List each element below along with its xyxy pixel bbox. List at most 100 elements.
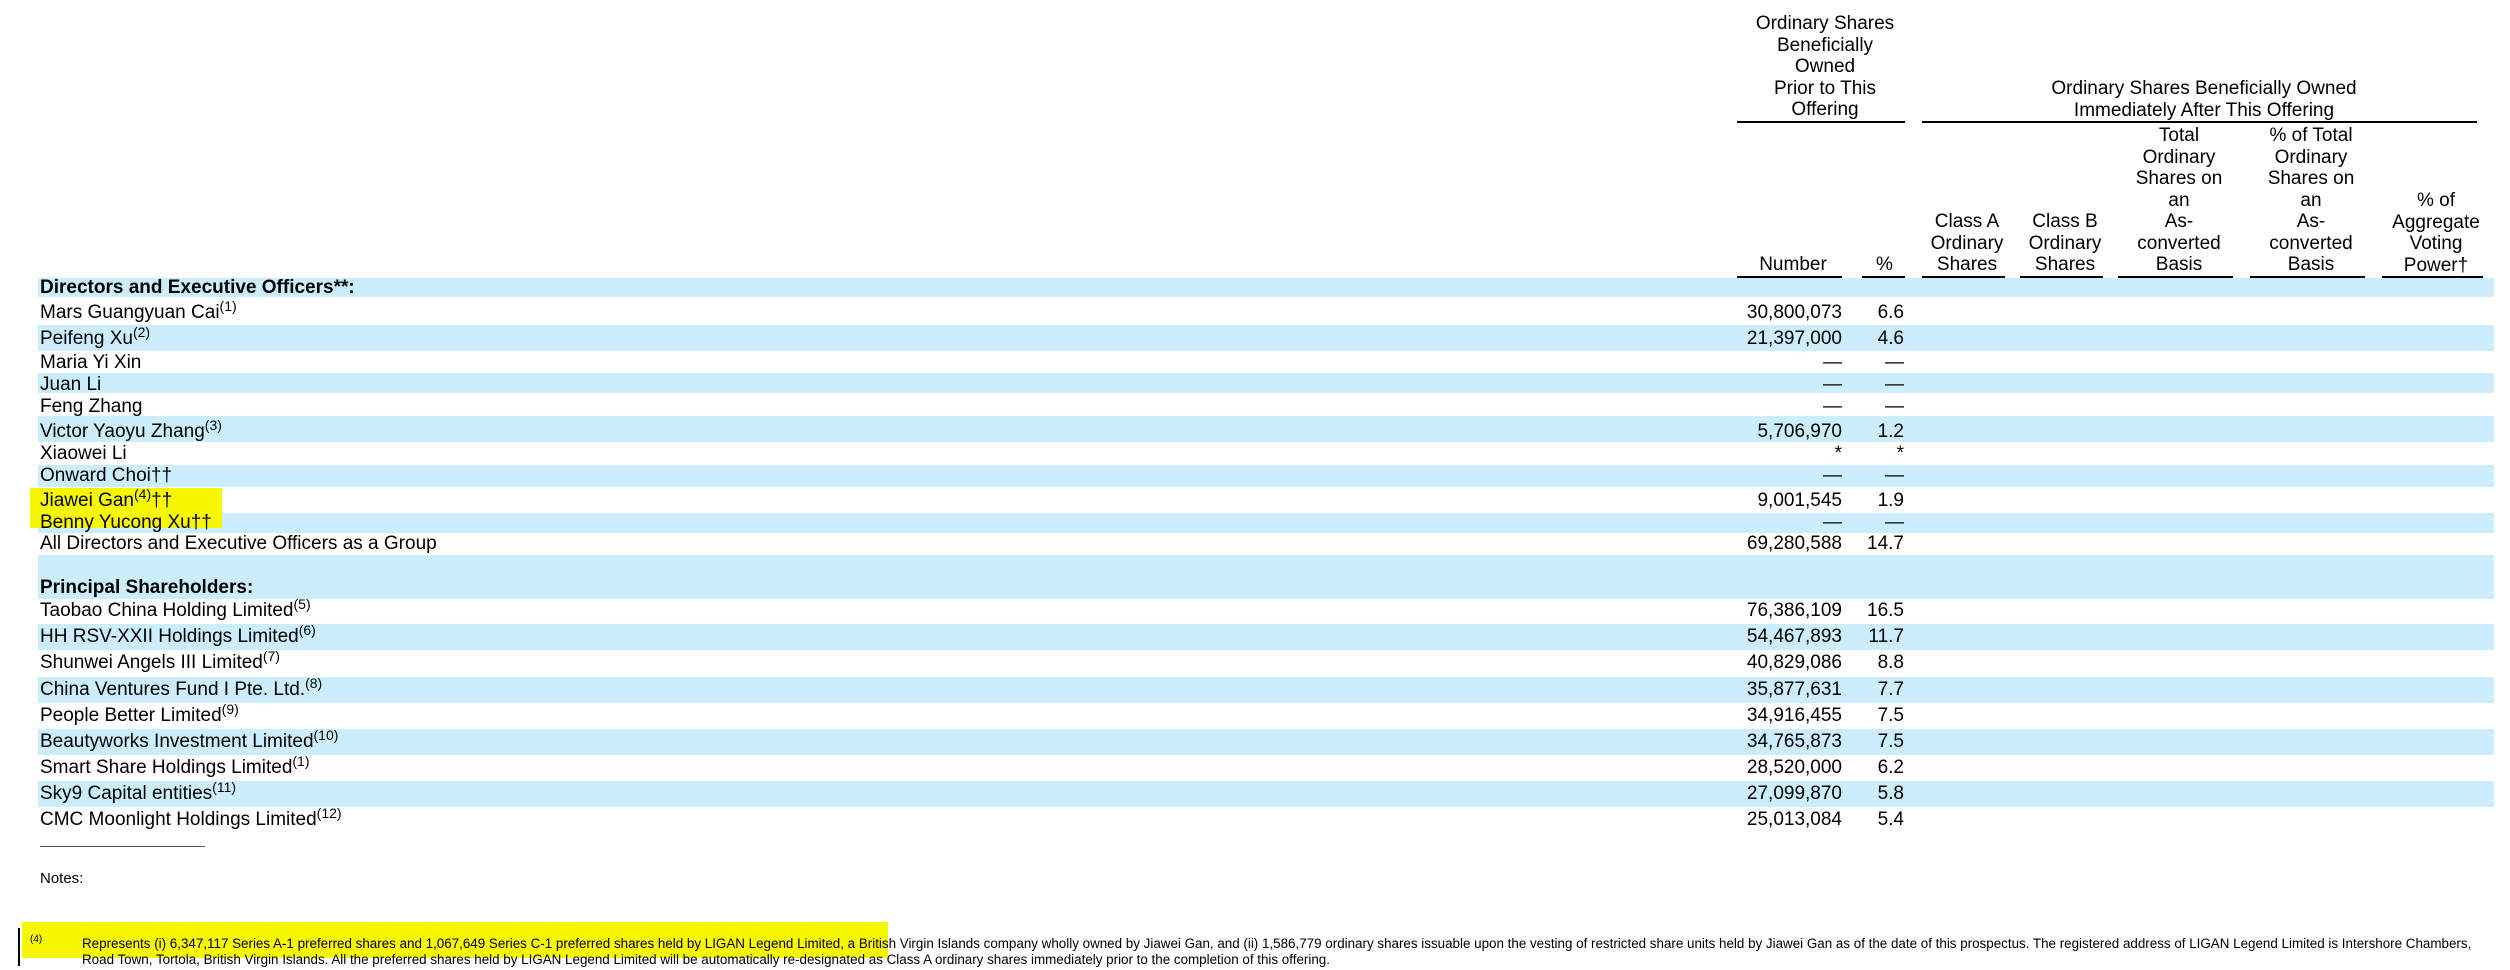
cell-pct: 1.9 <box>1877 490 1904 511</box>
notes-label: Notes: <box>40 870 84 887</box>
cell-pct: — <box>1885 352 1904 373</box>
row-label: HH RSV-XXII Holdings Limited(6) <box>40 622 316 648</box>
cell-number: 69,280,588 <box>1746 533 1842 554</box>
cell-number: 28,520,000 <box>1746 757 1842 778</box>
cell-pct: — <box>1885 465 1904 486</box>
footnote-ref: (11) <box>212 779 237 795</box>
row-label: Sky9 Capital entities(11) <box>40 779 236 805</box>
row-band <box>38 781 2494 807</box>
row-label: Directors and Executive Officers**: <box>40 277 355 299</box>
cell-pct: 7.7 <box>1877 679 1904 700</box>
cell-number: 27,099,870 <box>1746 783 1842 804</box>
header-total-shares: Total Ordinary Shares on an As- converte… <box>2135 125 2223 275</box>
row-name: Juan Li <box>40 374 102 395</box>
header-prior-group: Ordinary Shares Beneficially Owned Prior… <box>1755 13 1895 120</box>
row-band <box>38 373 2494 393</box>
row-band <box>38 416 2494 442</box>
row-label: Shunwei Angels III Limited(7) <box>40 648 280 674</box>
row-name: People Better Limited <box>40 705 222 726</box>
row-band <box>38 325 2494 351</box>
cell-number: 21,397,000 <box>1746 328 1842 349</box>
row-name: Maria Yi Xin <box>40 352 142 373</box>
row-band <box>38 677 2494 703</box>
row-suffix: †† <box>151 490 173 511</box>
cell-pct: 6.2 <box>1877 757 1904 778</box>
row-name: Victor Yaoyu Zhang <box>40 421 205 442</box>
row-name: Sky9 Capital entities <box>40 783 213 804</box>
row-name: Principal Shareholders: <box>40 577 254 598</box>
cell-pct: 11.7 <box>1868 626 1904 647</box>
cell-number: 34,916,455 <box>1746 705 1842 726</box>
row-label: Jiawei Gan(4)†† <box>40 486 173 512</box>
row-label: Peifeng Xu(2) <box>40 324 150 350</box>
cell-number: — <box>1823 465 1842 486</box>
header-after-group: Ordinary Shares Beneficially Owned Immed… <box>2051 78 2357 121</box>
row-label: Maria Yi Xin <box>40 352 141 374</box>
footnote-marker: (4) <box>30 934 43 945</box>
row-name: Benny Yucong Xu†† <box>40 512 212 533</box>
cell-pct: 16.5 <box>1867 600 1904 621</box>
row-label: Taobao China Holding Limited(5) <box>40 596 311 622</box>
row-name: Onward Choi†† <box>40 465 173 486</box>
row-name: China Ventures Fund I Pte. Ltd. <box>40 679 306 700</box>
row-label: Smart Share Holdings Limited(1) <box>40 753 310 779</box>
row-name: Xiaowei Li <box>40 443 127 464</box>
row-label: Beautyworks Investment Limited(10) <box>40 727 338 753</box>
footnote-ref: (6) <box>298 622 316 638</box>
header-class-a: Class A Ordinary Shares <box>1930 211 2004 275</box>
row-label: Feng Zhang <box>40 396 142 418</box>
notes-divider <box>40 846 205 847</box>
cell-pct: * <box>1896 443 1904 464</box>
row-band <box>38 729 2494 755</box>
cell-number: — <box>1823 374 1842 395</box>
cell-number: 30,800,073 <box>1746 302 1842 323</box>
header-number: Number <box>1759 254 1827 275</box>
footnote-ref: (5) <box>293 596 311 612</box>
row-label: China Ventures Fund I Pte. Ltd.(8) <box>40 675 322 701</box>
cell-pct: — <box>1885 374 1904 395</box>
footnote-ref: (3) <box>204 417 222 433</box>
row-name: Directors and Executive Officers**: <box>40 277 355 298</box>
row-band <box>38 555 2494 599</box>
cell-number: 35,877,631 <box>1746 679 1842 700</box>
footnote-ref: (7) <box>262 648 280 664</box>
footnote-ref: (1) <box>292 753 310 769</box>
cell-number: 25,013,084 <box>1746 809 1842 830</box>
row-name: All Directors and Executive Officers as … <box>40 533 437 554</box>
cell-pct: 1.2 <box>1877 421 1904 442</box>
cell-pct: — <box>1885 512 1904 533</box>
row-name: Jiawei Gan <box>40 490 134 511</box>
cell-pct: — <box>1885 396 1904 417</box>
header-class-b: Class B Ordinary Shares <box>2028 211 2102 275</box>
footnote-ref: (10) <box>313 727 339 743</box>
row-name: Smart Share Holdings Limited <box>40 757 293 778</box>
cell-pct: 14.7 <box>1867 533 1904 554</box>
row-label: CMC Moonlight Holdings Limited(12) <box>40 805 342 831</box>
cell-pct: 4.6 <box>1877 328 1904 349</box>
row-label: Benny Yucong Xu†† <box>40 512 212 534</box>
footnote-ref: (8) <box>305 675 323 691</box>
row-band <box>38 513 2494 533</box>
row-name: Feng Zhang <box>40 396 143 417</box>
row-band <box>38 465 2494 487</box>
row-name: Peifeng Xu <box>40 328 133 349</box>
cell-pct: 5.4 <box>1877 809 1904 830</box>
cell-number: 76,386,109 <box>1746 600 1842 621</box>
cell-pct: 8.8 <box>1877 652 1904 673</box>
row-label: All Directors and Executive Officers as … <box>40 533 437 555</box>
row-name: CMC Moonlight Holdings Limited <box>40 809 317 830</box>
cell-number: * <box>1834 443 1842 464</box>
row-label: Victor Yaoyu Zhang(3) <box>40 417 222 443</box>
header-pct: % <box>1876 254 1893 275</box>
footnote-ref: (12) <box>316 805 342 821</box>
footnote-ref: (2) <box>132 324 151 340</box>
row-name: Beautyworks Investment Limited <box>40 731 314 752</box>
cell-pct: 7.5 <box>1877 705 1904 726</box>
row-band <box>38 624 2494 650</box>
cell-number: — <box>1823 396 1842 417</box>
row-label: Xiaowei Li <box>40 443 127 465</box>
footnote-ref: (9) <box>221 701 239 717</box>
row-name: Mars Guangyuan Cai <box>40 302 220 323</box>
cell-number: 5,706,970 <box>1757 421 1842 442</box>
row-name: HH RSV-XXII Holdings Limited <box>40 626 299 647</box>
